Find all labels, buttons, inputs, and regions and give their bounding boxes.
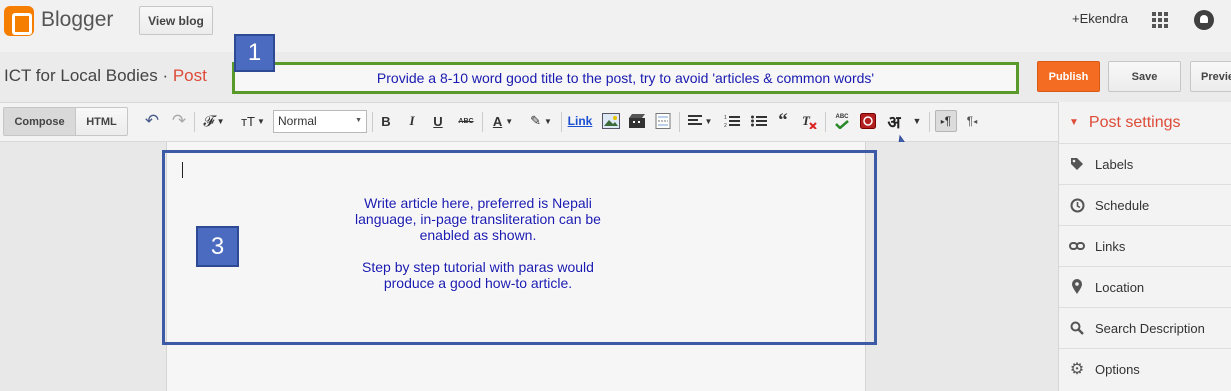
- brand-name[interactable]: Blogger: [41, 8, 113, 32]
- sidebar-item-search-description[interactable]: Search Description: [1059, 307, 1231, 348]
- italic-button[interactable]: I: [404, 111, 420, 131]
- view-blog-button[interactable]: View blog: [139, 6, 213, 35]
- quote-icon[interactable]: “: [774, 110, 792, 131]
- undo-icon[interactable]: ↶: [143, 111, 161, 131]
- redo-icon[interactable]: ↷: [170, 111, 188, 131]
- save-button[interactable]: Save: [1108, 61, 1181, 92]
- sidebar-item-location[interactable]: Location: [1059, 266, 1231, 307]
- numbered-list-icon[interactable]: 12: [722, 111, 742, 131]
- text-color-button[interactable]: A ▼: [488, 111, 518, 131]
- insert-image-icon[interactable]: [601, 111, 621, 131]
- sidebar-item-schedule[interactable]: Schedule: [1059, 184, 1231, 225]
- compose-mode-button[interactable]: Compose: [3, 107, 76, 136]
- rtl-direction-button[interactable]: ¶ ◂: [962, 111, 982, 131]
- top-bar: Blogger View blog +Ekendra: [0, 0, 1231, 52]
- user-name-link[interactable]: +Ekendra: [1072, 11, 1128, 26]
- svg-text:1: 1: [724, 115, 727, 121]
- highlight-color-button[interactable]: ✎ ▼: [526, 111, 556, 131]
- sidebar-item-label: Links: [1095, 238, 1126, 254]
- annotation-paragraph-2: Step by step tutorial with paras would p…: [362, 259, 594, 291]
- link-icon: [1069, 238, 1085, 254]
- language-tool-icon[interactable]: [858, 111, 878, 131]
- alignment-button[interactable]: ▼: [685, 111, 715, 131]
- blog-title: ICT for Local Bodies · Post: [4, 66, 207, 86]
- publish-button[interactable]: Publish: [1037, 61, 1100, 92]
- search-icon: [1069, 320, 1085, 336]
- location-pin-icon: [1069, 279, 1085, 295]
- title-hint-annotation: Provide a 8-10 word good title to the po…: [376, 70, 875, 86]
- text-cursor: [182, 162, 183, 178]
- paragraph-format-select[interactable]: Normal: [273, 110, 367, 133]
- sidebar-item-label: Location: [1095, 279, 1145, 295]
- insert-jump-break-icon[interactable]: [653, 111, 673, 131]
- post-title-row: ICT for Local Bodies · Post Provide a 8-…: [0, 52, 1231, 102]
- bold-button[interactable]: B: [378, 111, 394, 131]
- blog-name: ICT for Local Bodies: [4, 66, 158, 85]
- svg-text:T: T: [802, 113, 811, 128]
- font-size-icon[interactable]: тT ▼: [238, 111, 268, 131]
- collapse-caret-icon: ▼: [1069, 117, 1079, 128]
- callout-1-badge: 1: [234, 34, 275, 72]
- remove-formatting-icon[interactable]: T: [799, 111, 819, 131]
- preview-button[interactable]: Previe: [1190, 61, 1231, 92]
- post-settings-header[interactable]: ▼ Post settings: [1059, 102, 1231, 143]
- gear-icon: ⚙: [1069, 361, 1085, 378]
- title-separator: ·: [157, 66, 173, 85]
- blogger-logo-icon[interactable]: [4, 6, 34, 36]
- sidebar-item-label: Schedule: [1095, 197, 1150, 213]
- post-title-input[interactable]: Provide a 8-10 word good title to the po…: [232, 62, 1019, 94]
- bulleted-list-icon[interactable]: [749, 111, 769, 131]
- annotation-paragraph-1: Write article here, preferred is Nepali …: [355, 195, 601, 243]
- tag-icon: [1069, 156, 1085, 172]
- insert-video-icon[interactable]: [627, 111, 647, 131]
- devanagari-transliteration-button[interactable]: अ: [884, 111, 904, 133]
- strikethrough-button[interactable]: ABC: [455, 111, 477, 131]
- post-label: Post: [172, 66, 207, 85]
- link-button[interactable]: Link: [566, 111, 594, 131]
- svg-text:2: 2: [724, 123, 727, 128]
- sidebar-item-label: Search Description: [1095, 320, 1205, 336]
- sidebar-item-label: Options: [1095, 361, 1140, 377]
- ltr-direction-button[interactable]: ▸ ¶: [935, 110, 957, 132]
- sidebar-item-options[interactable]: ⚙ Options: [1059, 348, 1231, 389]
- spell-check-icon[interactable]: ABC: [832, 111, 852, 131]
- sidebar-item-labels[interactable]: Labels: [1059, 143, 1231, 184]
- clock-icon: [1069, 197, 1085, 213]
- html-mode-button[interactable]: HTML: [75, 107, 128, 136]
- callout-3-badge: 3: [196, 226, 239, 267]
- sidebar-item-links[interactable]: Links: [1059, 225, 1231, 266]
- underline-button[interactable]: U: [430, 111, 446, 131]
- font-family-icon[interactable]: 𝓕 ▼: [200, 111, 228, 131]
- editor-annotation: Write article here, preferred is Nepali …: [336, 195, 620, 291]
- sidebar-item-label: Labels: [1095, 156, 1134, 172]
- notifications-bell-icon[interactable]: [1194, 10, 1214, 30]
- transliteration-dropdown-icon[interactable]: ▼: [910, 111, 924, 131]
- post-settings-title: Post settings: [1088, 113, 1181, 131]
- post-settings-sidebar: ▼ Post settings Labels Schedule Links Lo…: [1058, 102, 1231, 391]
- apps-grid-icon[interactable]: [1152, 12, 1168, 28]
